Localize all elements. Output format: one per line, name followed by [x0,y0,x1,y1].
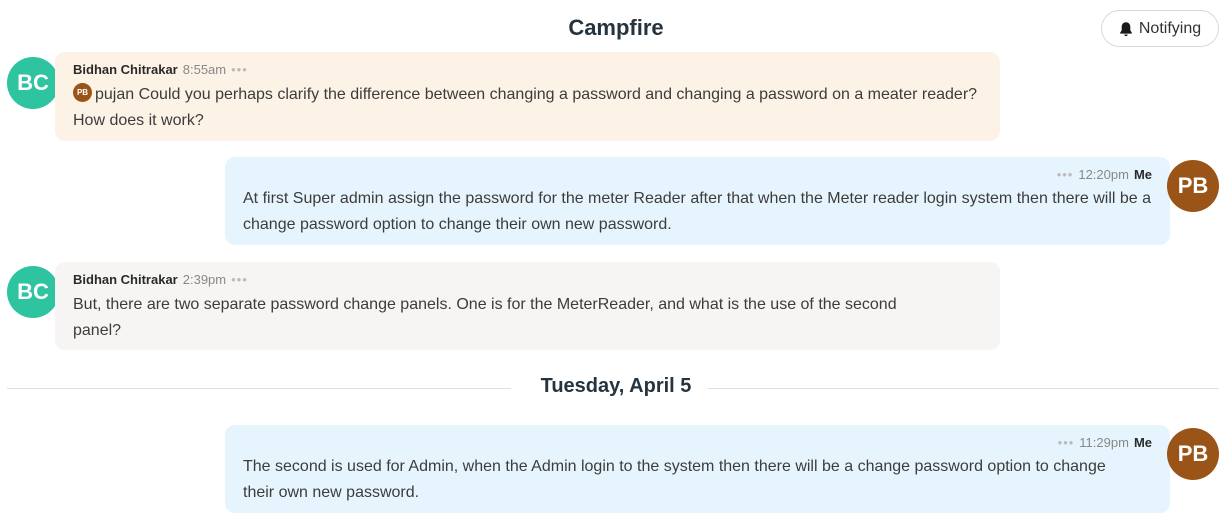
author-name[interactable]: Bidhan Chitrakar [73,60,178,80]
message-meta: Bidhan Chitrakar 8:55am ••• [73,60,982,80]
message-bubble: Bidhan Chitrakar 2:39pm ••• But, there a… [55,262,1000,350]
message-time[interactable]: 8:55am [183,60,226,80]
author-name: Me [1133,167,1152,182]
date-divider-line [708,388,1219,389]
room-title: Campfire [568,15,664,40]
avatar[interactable]: PB [1167,428,1219,480]
message-time[interactable]: 2:39pm [183,270,226,290]
avatar[interactable]: BC [7,57,59,109]
message-text: PB pujan Could you perhaps clarify the di… [73,82,982,134]
message-menu-icon[interactable]: ••• [1057,165,1074,185]
message-body: pujan Could you perhaps clarify the diff… [73,86,978,129]
message-body: But, there are two separate password cha… [73,296,897,339]
message-menu-icon[interactable]: ••• [231,270,248,290]
message-meta: Bidhan Chitrakar 2:39pm ••• [73,270,982,290]
message-body: The second is used for Admin, when the A… [243,458,1106,501]
message-body: At first Super admin assign the password… [243,190,1152,233]
author-name[interactable]: Bidhan Chitrakar [73,270,178,290]
message-meta: ••• 12:20pm Me [243,165,1152,185]
bell-icon [1120,21,1132,36]
avatar[interactable]: BC [7,266,59,318]
message-bubble: ••• 12:20pm Me At first Super admin assi… [225,157,1170,245]
date-divider: Tuesday, April 5 [540,375,692,397]
message-menu-icon[interactable]: ••• [1058,433,1075,453]
notifying-label: Notifying [1138,19,1202,37]
message-menu-icon[interactable]: ••• [231,60,248,80]
avatar[interactable]: PB [1167,160,1219,212]
author-name: Me [1133,435,1152,450]
message-meta: ••• 11:29pm Me [243,433,1152,453]
message-time[interactable]: 12:20pm [1078,165,1129,185]
message-bubble: Bidhan Chitrakar 8:55am ••• PB pujan Coul… [55,52,1000,141]
notifying-button[interactable]: Notifying [1101,10,1219,47]
mention-avatar[interactable]: PB [73,83,92,103]
message-time[interactable]: 11:29pm [1079,433,1129,453]
message-bubble: ••• 11:29pm Me The second is used for Ad… [225,425,1170,513]
